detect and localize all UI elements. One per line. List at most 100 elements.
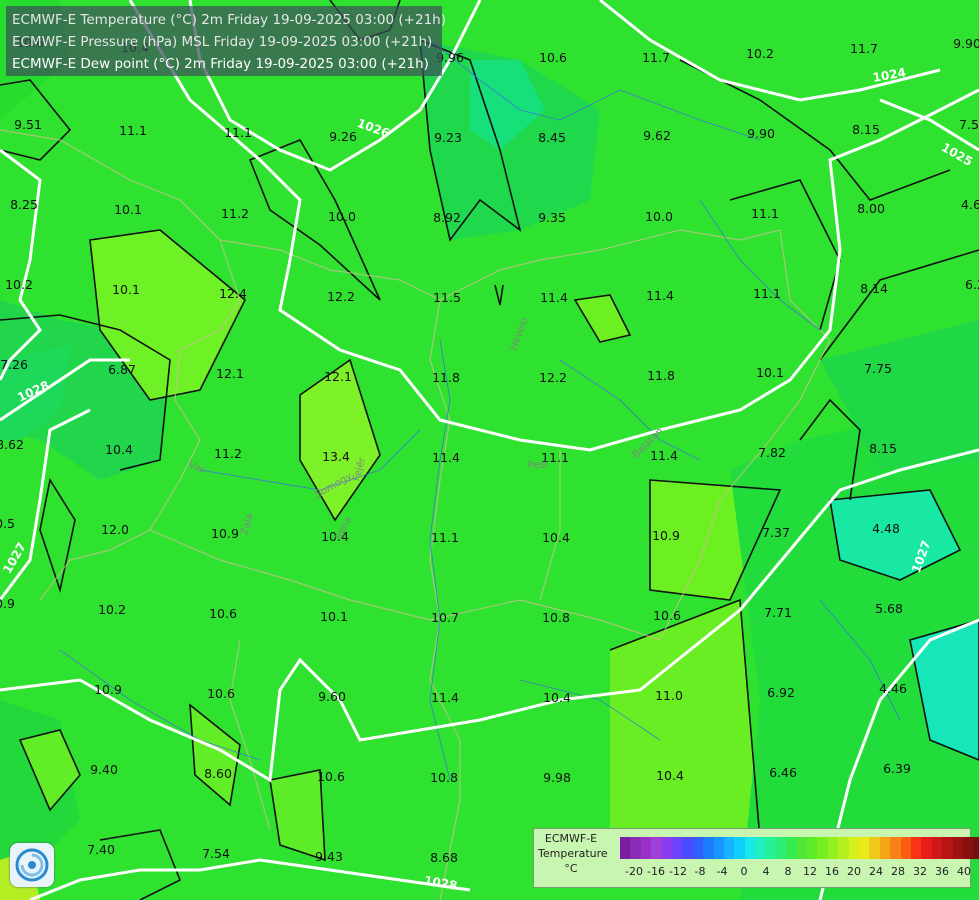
temperature-value: 4.46 [879, 681, 907, 696]
legend-tick-label: 4 [762, 865, 770, 878]
legend-color-swatch [952, 837, 963, 859]
temperature-value: 10.0 [328, 209, 356, 224]
legend-tick-label: 16 [825, 865, 839, 878]
legend-tick-label: 20 [847, 865, 861, 878]
legend-color-swatch [942, 837, 953, 859]
temperature-value: 9.51 [14, 117, 42, 132]
legend-color-swatch [682, 837, 693, 859]
legend-color-swatch [651, 837, 662, 859]
temperature-value: 11.8 [432, 370, 460, 385]
legend-color-swatch [900, 837, 911, 859]
legend-color-swatch [962, 837, 974, 859]
geo-label: Pest [528, 460, 549, 471]
temperature-value: 7.54 [202, 846, 230, 861]
temperature-value: 11.4 [646, 288, 674, 303]
temperature-value: 12.2 [327, 289, 355, 304]
legend-tick-label: 36 [935, 865, 949, 878]
legend-tick-label: -8 [694, 865, 706, 878]
legend-color-swatch [630, 837, 641, 859]
temperature-value: 10.1 [756, 365, 784, 380]
legend-color-swatch [620, 837, 631, 859]
temperature-value: 10.7 [431, 610, 459, 625]
temperature-value: 11.4 [431, 690, 459, 705]
temperature-value: 6.87 [108, 362, 136, 377]
legend-tick-label: 24 [869, 865, 883, 878]
legend-color-swatch [838, 837, 849, 859]
temperature-value: 10.6 [209, 606, 237, 621]
legend-color-swatch [661, 837, 672, 859]
temperature-value: 11.7 [642, 50, 670, 65]
legend-color-swatch [640, 837, 652, 859]
title-box: ECMWF-E Temperature (°C) 2m Friday 19-09… [6, 6, 446, 76]
temperature-value: 6.46 [769, 765, 797, 780]
temperature-value: 10.8 [430, 770, 458, 785]
temperature-value: 11.1 [751, 206, 779, 221]
legend-color-swatch [671, 837, 683, 859]
temperature-value: 9.90 [953, 36, 979, 51]
title-dewpoint: ECMWF-E Dew point (°C) 2m Friday 19-09-2… [12, 56, 429, 72]
temperature-value: 10.1 [320, 609, 348, 624]
temperature-value: 10.9 [94, 682, 122, 697]
temperature-value: 10.9 [211, 526, 239, 541]
temperature-value: 10.2 [746, 46, 774, 61]
temperature-value: 9.62 [643, 128, 671, 143]
legend-color-swatch [817, 837, 828, 859]
temperature-value: 5.68 [875, 601, 903, 616]
temperature-value: 11.4 [432, 450, 460, 465]
legend-color-swatch [775, 837, 787, 859]
temperature-value: 8.92 [433, 210, 461, 225]
temperature-value: 9.23 [434, 130, 462, 145]
temperature-value: 11.1 [119, 123, 147, 138]
temperature-value: 11.2 [214, 446, 242, 461]
temperature-value: 7.75 [864, 361, 892, 376]
legend-tick-label: -12 [669, 865, 687, 878]
legend-color-swatch [796, 837, 808, 859]
legend-color-scale [620, 837, 979, 859]
temperature-value: 12.2 [539, 370, 567, 385]
temperature-value: 10.9 [652, 528, 680, 543]
legend-scale-labels: -20 -16 -12 -8 -4 0 4 8 12 16 20 24 28 32 36 40 [620, 865, 971, 879]
legend-color-swatch [755, 837, 766, 859]
temperature-value: 11.0 [655, 688, 683, 703]
legend-tick-label: 28 [891, 865, 905, 878]
temperature-value: 10.6 [539, 50, 567, 65]
temperature-value: 7.40 [87, 842, 115, 857]
legend-color-swatch [858, 837, 870, 859]
temperature-value: 11.2 [221, 206, 249, 221]
temperature-value: 10.1 [112, 282, 140, 297]
legend-tick-label: -16 [647, 865, 665, 878]
temperature-value: 9.40 [90, 762, 118, 777]
legend-color-swatch [713, 837, 724, 859]
temperature-value: 9.35 [538, 210, 566, 225]
legend-color-swatch [931, 837, 943, 859]
legend-color-swatch [973, 837, 979, 859]
temperature-value: 11.1 [224, 125, 252, 140]
legend-color-swatch [807, 837, 818, 859]
temperature-value: 10.4 [542, 530, 570, 545]
legend-color-swatch [910, 837, 922, 859]
legend-color-swatch [703, 837, 714, 859]
temperature-value: 11.5 [433, 290, 461, 305]
legend-color-swatch [786, 837, 797, 859]
temperature-value: 7.71 [764, 605, 792, 620]
temperature-value: 6.92 [767, 685, 795, 700]
temperature-value: 11.1 [431, 530, 459, 545]
temperature-value: 4.6 [961, 197, 979, 212]
legend-tick-label: 40 [957, 865, 971, 878]
temperature-value: 10.1 [114, 202, 142, 217]
temperature-value: 11.7 [850, 41, 878, 56]
temperature-value: 8.62 [0, 437, 24, 452]
temperature-value: 9.90 [747, 126, 775, 141]
temperature-value: 10.2 [5, 277, 33, 292]
temperature-value: 7.26 [0, 357, 28, 372]
legend-color-swatch [734, 837, 745, 859]
temperature-value: 11.4 [650, 448, 678, 463]
temperature-value: 0.9 [0, 596, 15, 611]
legend-color-swatch [827, 837, 839, 859]
temperature-value: 9.26 [329, 129, 357, 144]
temperature-value: 13.4 [322, 449, 350, 464]
legend-tick-label: 0 [740, 865, 748, 878]
legend-title-line2: Temperature [538, 847, 608, 860]
legend-color-swatch [723, 837, 735, 859]
temperature-value: 6.39 [883, 761, 911, 776]
